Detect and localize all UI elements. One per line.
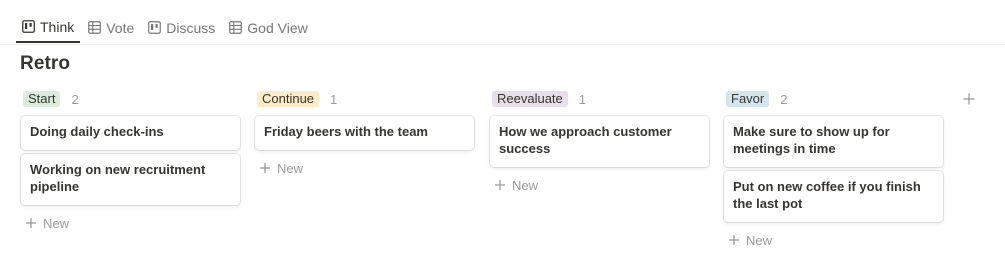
tab-god-view[interactable]: God View [223,12,313,43]
column-header[interactable]: Reevaluate 1 [490,90,709,108]
table-icon [88,21,102,34]
new-card-label: New [512,177,539,193]
board-card[interactable]: Doing daily check-ins [21,116,240,150]
board-column-start: Start 2 Doing daily check-ins Working on… [21,90,240,235]
tab-think[interactable]: Think [16,12,81,43]
board-column-favor: Favor 2 Make sure to show up for meeting… [724,90,943,252]
column-header[interactable]: Start 2 [21,90,240,108]
board-card[interactable]: How we approach customer success [490,116,709,167]
view-tabs: Think Vote Discuss God View [16,12,316,44]
new-card-button[interactable]: New [21,211,95,235]
card-count: 2 [780,91,788,107]
status-tag[interactable]: Start [23,91,61,107]
new-card-label: New [277,160,304,176]
tab-label: Vote [106,19,135,36]
tab-discuss[interactable]: Discuss [142,12,221,43]
status-tag[interactable]: Favor [726,91,770,107]
board-column-reevaluate: Reevaluate 1 How we approach customer su… [490,90,709,197]
column-header[interactable]: Continue 1 [255,90,474,108]
new-card-label: New [43,215,70,231]
table-icon [229,21,243,34]
add-group-button[interactable] [962,92,976,106]
new-card-button[interactable]: New [724,228,798,252]
board-icon [22,20,35,33]
tab-label: Discuss [166,19,216,36]
board-card[interactable]: Make sure to show up for meetings in tim… [724,116,943,167]
board-icon [148,21,162,34]
card-count: 2 [71,91,79,107]
tab-vote[interactable]: Vote [82,12,140,43]
card-count: 1 [578,91,587,107]
new-card-label: New [746,232,773,248]
board-column-continue: Continue 1 Friday beers with the team Ne… [255,90,474,180]
column-header[interactable]: Favor 2 [724,90,943,108]
card-count: 1 [330,91,338,107]
board-card[interactable]: Put on new coffee if you finish the last… [724,171,943,222]
tab-divider [0,44,1005,45]
board-card[interactable]: Working on new recruitment pipeline [21,154,240,205]
plus-icon [259,162,271,174]
new-card-button[interactable]: New [255,156,329,180]
plus-icon [962,92,976,106]
new-card-button[interactable]: New [490,173,564,197]
plus-icon [25,217,37,229]
plus-icon [494,179,506,191]
status-tag[interactable]: Continue [257,91,320,107]
tab-label: God View [247,19,308,36]
board-card[interactable]: Friday beers with the team [255,116,474,150]
status-tag[interactable]: Reevaluate [492,91,568,107]
plus-icon [728,234,740,246]
tab-label: Think [40,18,75,35]
page-title: Retro [20,53,71,74]
